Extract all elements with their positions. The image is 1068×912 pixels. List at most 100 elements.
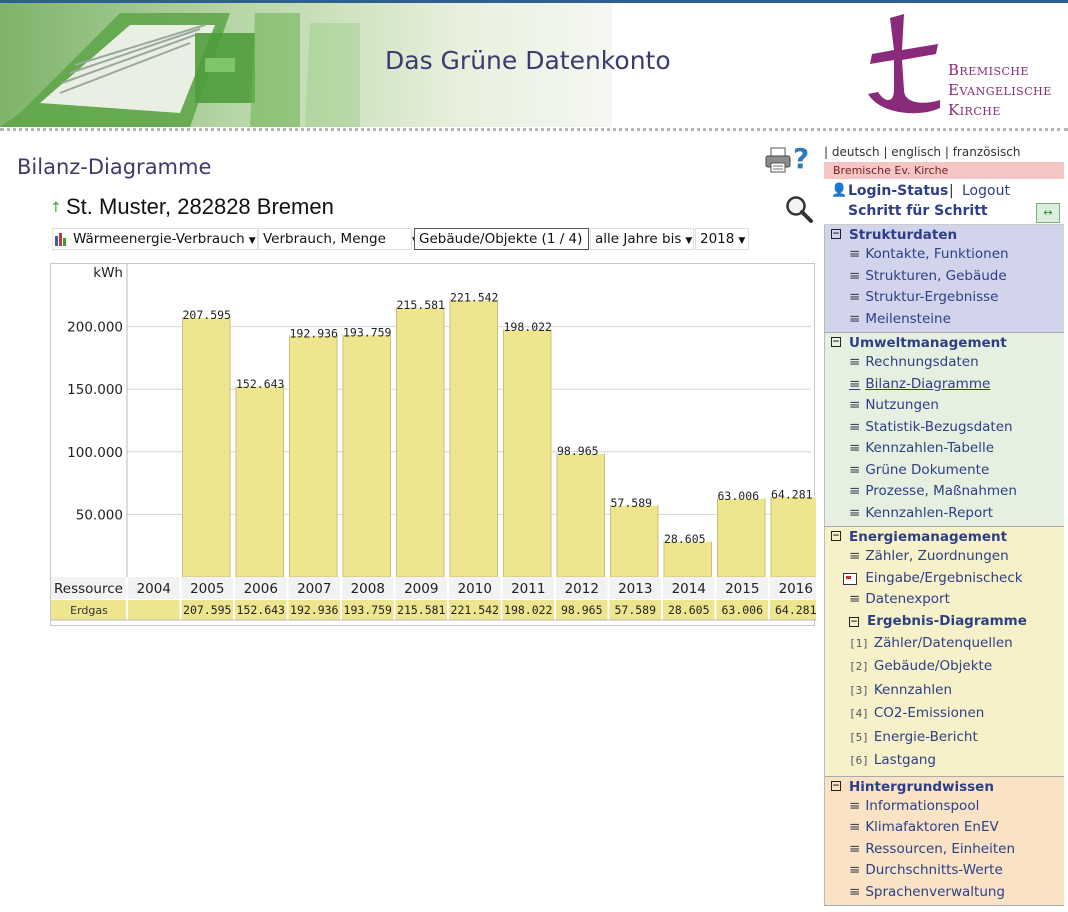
chevron-down-icon: ▼: [685, 236, 693, 246]
lang-english-link[interactable]: englisch: [891, 145, 941, 159]
swap-arrows-icon[interactable]: ↔: [1036, 203, 1060, 223]
nav-item-zaehler-zuordnungen[interactable]: ≡ Zähler, Zuordnungen: [825, 548, 1064, 570]
nav-item-ressourcen-einheiten[interactable]: ≡ Ressourcen, Einheiten: [825, 841, 1064, 863]
section-energiemanagement: − Energiemanagement ≡ Zähler, Zuordnungen…: [824, 527, 1064, 777]
section-header-umweltmanagement[interactable]: − Umweltmanagement: [825, 333, 1064, 354]
x-tick-label: 2008: [351, 581, 385, 597]
year-select[interactable]: 2018 ▼: [695, 228, 749, 250]
x-tick-label: 2015: [725, 581, 759, 597]
years-range-select[interactable]: alle Jahre bis ▼: [590, 228, 694, 250]
years-range-value: alle Jahre bis: [595, 231, 682, 247]
step-by-step-link[interactable]: Schritt für Schritt: [848, 203, 988, 219]
bar-value-label: 63.006: [718, 489, 760, 503]
bar: [235, 385, 284, 578]
nav-item-lastgang[interactable]: [6] Lastgang: [825, 752, 1064, 776]
objects-select[interactable]: Gebäude/Objekte (1 / 4): [414, 228, 589, 250]
nav-item-durchschnitts-werte[interactable]: ≡ Durchschnitts-Werte: [825, 862, 1064, 884]
nav-item-energie-bericht[interactable]: [5] Energie-Bericht: [825, 729, 1064, 753]
help-icon[interactable]: ?: [793, 142, 809, 175]
logo-line-1: Bremische: [948, 61, 1030, 79]
collapse-icon[interactable]: −: [831, 531, 841, 541]
logo-line-2: Evangelische: [948, 81, 1052, 99]
nav-item-statistik-bezugsdaten[interactable]: ≡ Statistik-Bezugsdaten: [825, 419, 1064, 441]
x-tick-label: 2014: [672, 581, 706, 597]
section-header-hintergrundwissen[interactable]: − Hintergrundwissen: [825, 777, 1064, 798]
nav-item-nutzungen[interactable]: ≡ Nutzungen: [825, 397, 1064, 419]
lang-german-link[interactable]: deutsch: [832, 145, 880, 159]
section-strukturdaten: − Strukturdaten ≡ Kontakte, Funktionen ≡ S…: [824, 225, 1064, 333]
section-hintergrundwissen: − Hintergrundwissen ≡ Informationspool ≡ K…: [824, 776, 1064, 906]
table-value-cell: 215.581: [397, 603, 446, 617]
table-value-cell: 198.022: [504, 603, 552, 617]
nav-item-informationspool[interactable]: ≡ Informationspool: [825, 798, 1064, 820]
bar: [503, 328, 552, 578]
nav-item-datenexport[interactable]: ≡ Datenexport: [825, 591, 1064, 613]
language-switcher: | deutsch | englisch | französisch: [824, 145, 1021, 159]
nav-item-rechnungsdaten[interactable]: ≡ Rechnungsdaten: [825, 354, 1064, 376]
bar: [663, 540, 712, 578]
user-icon: 👤: [831, 183, 848, 198]
nav-item-struktur-ergebnisse[interactable]: ≡ Struktur-Ergebnisse: [825, 289, 1064, 311]
nav-item-bilanz-diagramme[interactable]: ≡ Bilanz-Diagramme: [825, 376, 1064, 398]
y-axis-label: kWh: [93, 265, 123, 281]
data-entry-icon: [843, 572, 857, 585]
nav-item-meilensteine[interactable]: ≡ Meilensteine: [825, 311, 1064, 333]
subsection-header-ergebnis-diagramme[interactable]: − Ergebnis-Diagramme: [825, 613, 1064, 635]
x-tick-label: 2016: [779, 581, 813, 597]
bar: [770, 496, 816, 578]
bar: [342, 333, 391, 578]
nav-item-sprachenverwaltung[interactable]: ≡ Sprachenverwaltung: [825, 884, 1064, 906]
printer-icon[interactable]: [765, 146, 793, 174]
collapse-icon[interactable]: −: [849, 616, 859, 627]
cross-logo-icon: [868, 14, 940, 114]
page-title: Bilanz-Diagramme: [17, 155, 212, 179]
objects-value: Gebäude/Objekte (1 / 4): [419, 231, 583, 247]
bar: [396, 306, 445, 578]
nav-item-gruene-dokumente[interactable]: ≡ Grüne Dokumente: [825, 462, 1064, 484]
bar: [556, 452, 605, 578]
nav-item-kennzahlen-report[interactable]: ≡ Kennzahlen-Report: [825, 505, 1064, 527]
nav-item-klimafaktoren[interactable]: ≡ Klimafaktoren EnEV: [825, 819, 1064, 841]
bar-value-label: 198.022: [504, 320, 552, 334]
organization-label: Bremische Ev. Kirche: [824, 162, 1064, 179]
nav-item-zaehler-datenquellen[interactable]: [1] Zähler/Datenquellen: [825, 635, 1064, 659]
bar: [182, 316, 231, 578]
x-tick-label: 2005: [190, 581, 224, 597]
nav-item-kennzahlen-tabelle[interactable]: ≡ Kennzahlen-Tabelle: [825, 440, 1064, 462]
collapse-icon[interactable]: −: [831, 229, 841, 239]
y-tick-label: 50.000: [76, 507, 123, 523]
table-header-label: Ressource: [54, 581, 123, 597]
y-tick-label: 150.000: [67, 382, 123, 398]
bar: [289, 334, 338, 578]
collapse-icon[interactable]: −: [831, 780, 841, 791]
energy-type-select[interactable]: Wärmeenergie-Verbrauch ▼: [52, 228, 258, 250]
up-arrow-icon[interactable]: ↑: [50, 200, 62, 216]
energy-type-value: Wärmeenergie-Verbrauch: [73, 231, 245, 247]
church-logo: Bremische Evangelische Kirche: [860, 10, 1060, 122]
nav-item-strukturen[interactable]: ≡ Strukturen, Gebäude: [825, 268, 1064, 290]
nav-item-prozesse[interactable]: ≡ Prozesse, Maßnahmen: [825, 483, 1064, 505]
login-status-link[interactable]: Login-Status: [848, 183, 948, 199]
bar-value-label: 57.589: [611, 496, 653, 510]
logo-line-3: Kirche: [948, 101, 1001, 119]
section-header-energiemanagement[interactable]: − Energiemanagement: [825, 527, 1064, 548]
x-tick-label: 2012: [565, 581, 599, 597]
nav-item-co2-emissionen[interactable]: [4] CO2-Emissionen: [825, 705, 1064, 729]
nav-item-gebaeude-objekte[interactable]: [2] Gebäude/Objekte: [825, 658, 1064, 682]
year-value: 2018: [700, 231, 735, 247]
logout-link[interactable]: Logout: [962, 183, 1010, 199]
balance-chart: 50.000 100.000 150.000 200.000 kWh 207.595 152…: [50, 263, 816, 626]
collapse-icon[interactable]: −: [831, 337, 841, 347]
bar-value-label: 193.759: [343, 325, 392, 339]
nav-item-kontakte[interactable]: ≡ Kontakte, Funktionen: [825, 246, 1064, 268]
x-tick-label: 2011: [511, 581, 545, 597]
section-header-strukturdaten[interactable]: − Strukturdaten: [825, 225, 1064, 246]
lang-french-link[interactable]: französisch: [953, 145, 1021, 159]
table-value-cell: 192.936: [290, 603, 339, 617]
magnifier-icon[interactable]: [784, 194, 814, 224]
measure-select[interactable]: Verbrauch, Menge▼: [258, 228, 419, 250]
x-tick-label: 2010: [458, 581, 492, 597]
nav-item-kennzahlen[interactable]: [3] Kennzahlen: [825, 682, 1064, 706]
chevron-down-icon: ▼: [738, 236, 746, 246]
nav-item-eingabe-ergebnischeck[interactable]: ≡Eingabe/Ergebnischeck: [825, 570, 1064, 592]
